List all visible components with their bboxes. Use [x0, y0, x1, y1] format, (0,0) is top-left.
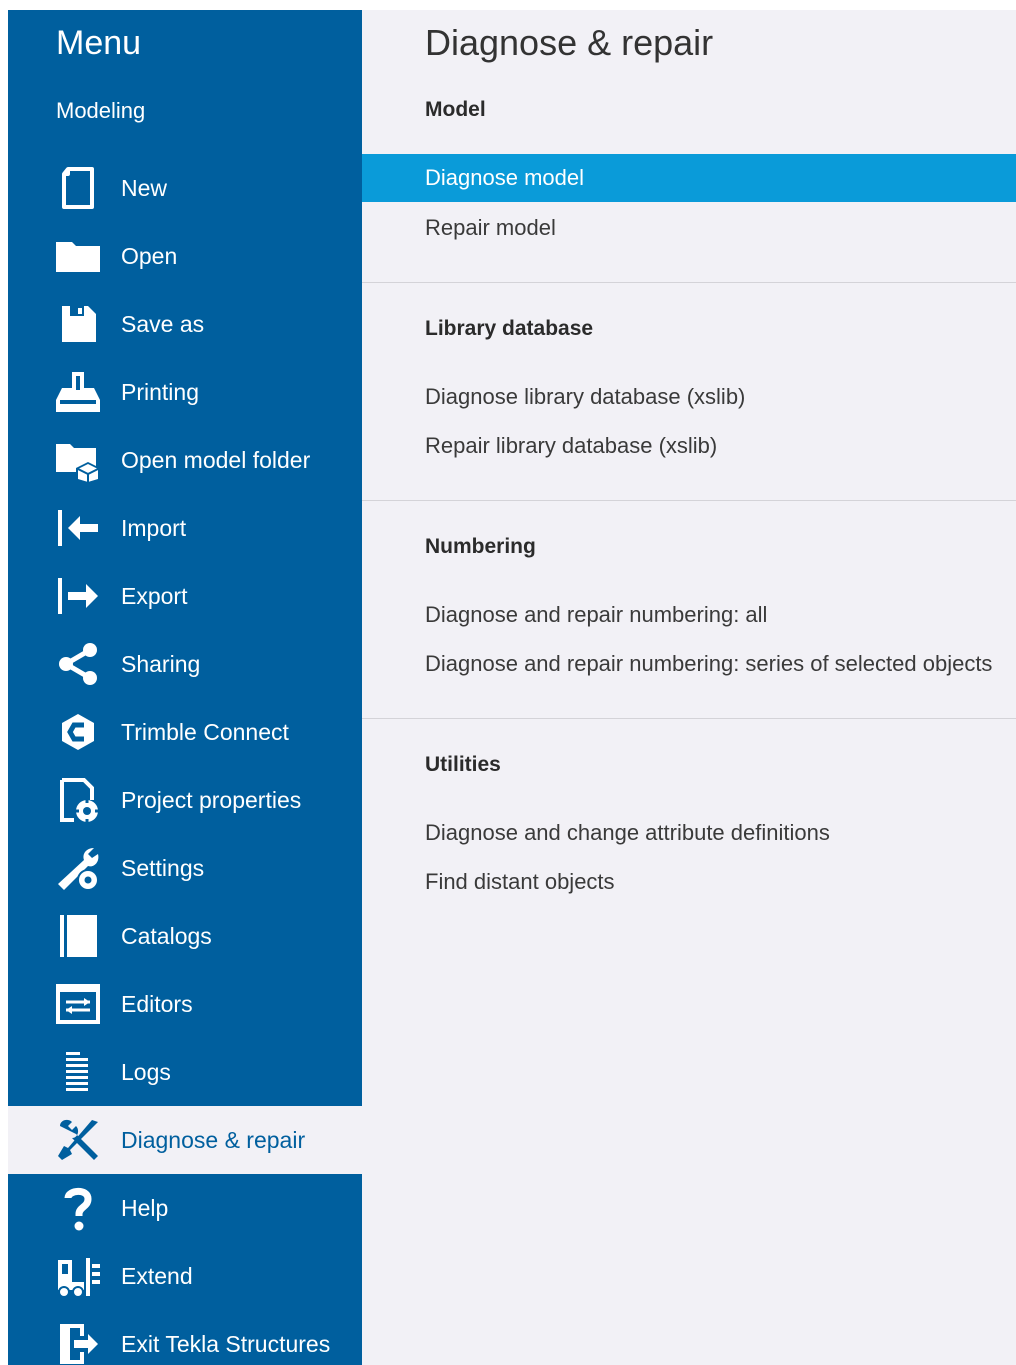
sidebar-item-exit[interactable]: Exit Tekla Structures — [8, 1310, 362, 1365]
section-heading-utilities: Utilities — [425, 753, 501, 776]
sidebar-item-label: New — [121, 174, 168, 201]
trimble-connect-icon — [53, 707, 103, 757]
sidebar-item-label: Open — [121, 242, 178, 269]
sidebar-item-diagnose-repair[interactable]: Diagnose & repair — [8, 1106, 362, 1174]
content-panel: Diagnose & repair Model Diagnose model R… — [362, 10, 1016, 1365]
diagnose-change-attribute-definitions-item[interactable]: Diagnose and change attribute definition… — [362, 809, 1016, 857]
sidebar-item-label: Project properties — [121, 786, 302, 813]
sidebar-list: New Open Save as Printing Open model fol… — [8, 154, 362, 1365]
extend-icon — [53, 1251, 103, 1301]
sidebar-item-project-properties[interactable]: Project properties — [8, 766, 362, 834]
item-label: Repair library database (xslib) — [425, 433, 718, 458]
share-icon — [53, 639, 103, 689]
editors-icon — [53, 979, 103, 1029]
help-icon — [53, 1183, 103, 1233]
menu-title: Menu — [56, 24, 142, 62]
item-label: Repair model — [425, 215, 556, 240]
section-heading-numbering: Numbering — [425, 535, 536, 558]
tools-icon — [53, 1115, 103, 1165]
sidebar-item-label: Help — [121, 1194, 169, 1221]
sidebar-menu: Menu Modeling New Open Save as Printing … — [8, 10, 362, 1365]
diagnose-library-database-item[interactable]: Diagnose library database (xslib) — [362, 373, 1016, 421]
sidebar-item-label: Settings — [121, 854, 205, 881]
section-divider — [362, 718, 1016, 719]
section-heading-library-database: Library database — [425, 317, 594, 340]
sidebar-item-label: Save as — [121, 310, 205, 337]
catalog-icon — [53, 911, 103, 961]
sidebar-item-label: Extend — [121, 1262, 193, 1289]
sidebar-item-help[interactable]: Help — [8, 1174, 362, 1242]
item-label: Diagnose and change attribute definition… — [425, 820, 830, 845]
sidebar-item-new[interactable]: New — [8, 154, 362, 222]
sidebar-item-export[interactable]: Export — [8, 562, 362, 630]
sidebar-item-label: Diagnose & repair — [121, 1126, 306, 1153]
find-distant-objects-item[interactable]: Find distant objects — [362, 858, 1016, 906]
sidebar-item-label: Catalogs — [121, 922, 212, 949]
sidebar-item-label: Logs — [121, 1058, 171, 1085]
sidebar-item-logs[interactable]: Logs — [8, 1038, 362, 1106]
project-properties-icon — [53, 775, 103, 825]
sidebar-item-label: Printing — [121, 378, 199, 405]
repair-library-database-item[interactable]: Repair library database (xslib) — [362, 422, 1016, 470]
sidebar-item-import[interactable]: Import — [8, 494, 362, 562]
sidebar-item-save-as[interactable]: Save as — [8, 290, 362, 358]
item-label: Diagnose and repair numbering: series of… — [425, 651, 993, 676]
sidebar-item-extend[interactable]: Extend — [8, 1242, 362, 1310]
settings-icon — [53, 843, 103, 893]
exit-icon — [53, 1319, 103, 1365]
sidebar-item-printing[interactable]: Printing — [8, 358, 362, 426]
model-folder-icon — [53, 435, 103, 485]
sidebar-item-open[interactable]: Open — [8, 222, 362, 290]
item-label: Diagnose model — [425, 165, 584, 190]
item-label: Diagnose library database (xslib) — [425, 384, 746, 409]
item-label: Diagnose and repair numbering: all — [425, 602, 768, 627]
sidebar-item-catalogs[interactable]: Catalogs — [8, 902, 362, 970]
menu-subtitle: Modeling — [56, 98, 146, 123]
sidebar-item-label: Export — [121, 582, 188, 609]
sidebar-item-label: Editors — [121, 990, 193, 1017]
sidebar-item-open-model-folder[interactable]: Open model folder — [8, 426, 362, 494]
sidebar-item-editors[interactable]: Editors — [8, 970, 362, 1038]
diagnose-model-item[interactable]: Diagnose model — [362, 154, 1016, 202]
sidebar-item-settings[interactable]: Settings — [8, 834, 362, 902]
sidebar-item-label: Trimble Connect — [121, 718, 289, 745]
sidebar-item-label: Import — [121, 514, 187, 541]
section-heading-model: Model — [425, 98, 486, 121]
section-divider — [362, 500, 1016, 501]
printer-icon — [53, 367, 103, 417]
sidebar-item-label: Sharing — [121, 650, 201, 677]
folder-icon — [53, 231, 103, 281]
sidebar-item-label: Exit Tekla Structures — [121, 1330, 331, 1357]
export-icon — [53, 571, 103, 621]
sidebar-item-trimble-connect[interactable]: Trimble Connect — [8, 698, 362, 766]
diagnose-repair-numbering-series-item[interactable]: Diagnose and repair numbering: series of… — [362, 640, 1016, 688]
app-window: Menu Modeling New Open Save as Printing … — [0, 0, 1016, 1365]
sidebar-item-sharing[interactable]: Sharing — [8, 630, 362, 698]
save-icon — [53, 299, 103, 349]
section-divider — [362, 282, 1016, 283]
import-icon — [53, 503, 103, 553]
page-title: Diagnose & repair — [425, 22, 714, 63]
logs-icon — [53, 1047, 103, 1097]
new-file-icon — [53, 163, 103, 213]
item-label: Find distant objects — [425, 869, 615, 894]
repair-model-item[interactable]: Repair model — [362, 204, 1016, 252]
sidebar-item-label: Open model folder — [121, 446, 311, 473]
diagnose-repair-numbering-all-item[interactable]: Diagnose and repair numbering: all — [362, 591, 1016, 639]
